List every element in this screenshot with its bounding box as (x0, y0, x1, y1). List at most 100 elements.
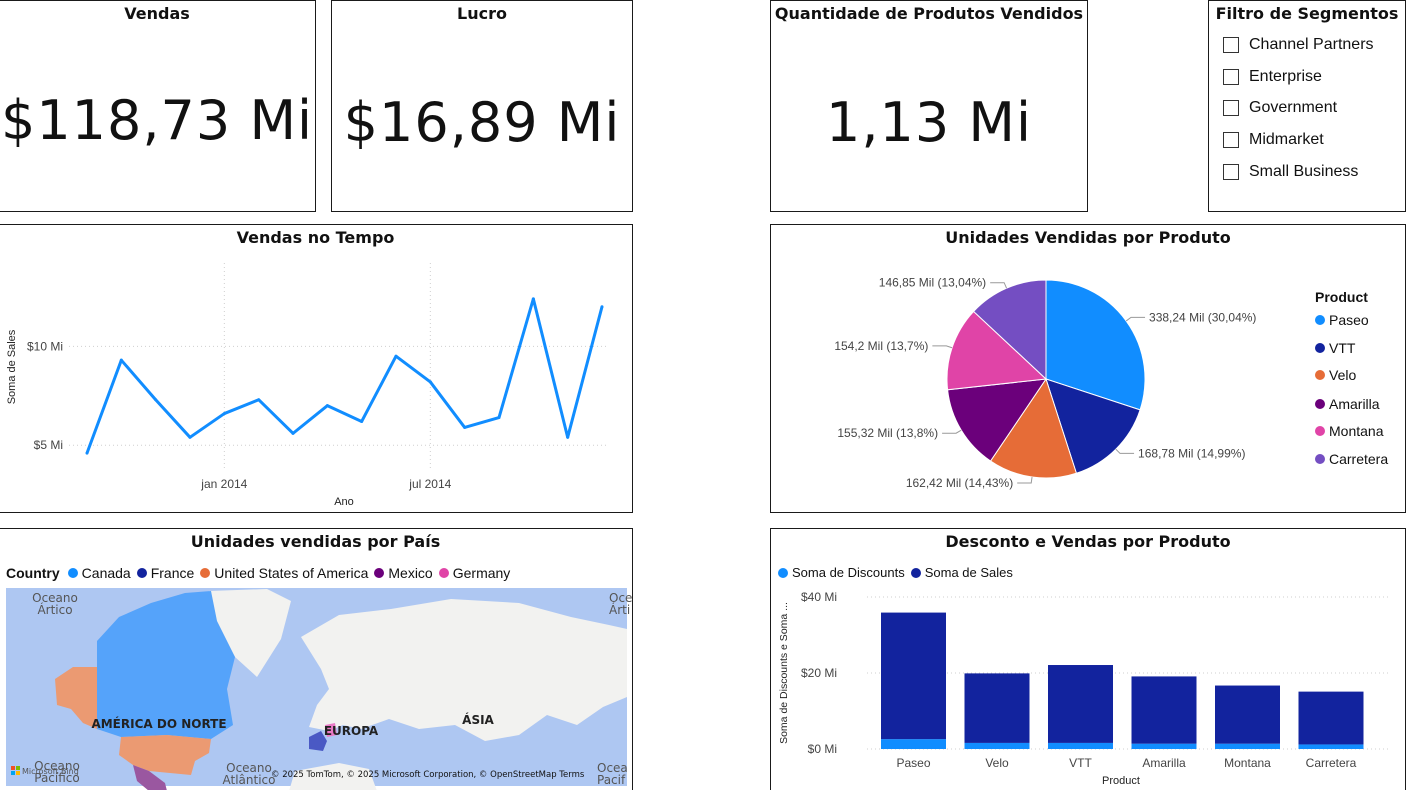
x-axis-label: Ano (334, 496, 354, 508)
asia-label: ÁSIA (462, 712, 494, 727)
bar-discounts (1215, 743, 1280, 749)
pie-data-label: 168,78 Mil (14,99%) (1138, 446, 1245, 460)
pie-legend-item[interactable]: Velo (1315, 367, 1356, 383)
microsoft-bing-logo: Microsoft Bing (11, 766, 79, 776)
x-axis-label: Product (1102, 775, 1140, 787)
bar-chart: $0 Mi $20 Mi $40 Mi Paseo Velo VTT Amarilla Mon… (778, 590, 1391, 787)
segment-option-small-business[interactable]: Small Business (1223, 161, 1358, 183)
checkbox[interactable] (1223, 37, 1239, 53)
checkbox[interactable] (1223, 100, 1239, 116)
x-tick-label: jan 2014 (200, 477, 247, 491)
map-attribution[interactable]: © 2025 TomTom, © 2025 Microsoft Corporat… (271, 770, 585, 780)
segment-filter-slicer: Filtro de Segmentos Channel Partners Ent… (1208, 0, 1406, 212)
data-point (360, 419, 364, 423)
kpi-card-vendas: Vendas $118,73 Mi (0, 0, 316, 212)
y-tick-label: $40 Mi (801, 590, 837, 604)
line-chart: $5 Mi $10 Mi jan 2014 jul 2014 Ano Soma de Sa… (6, 263, 609, 508)
bar-discounts (1131, 743, 1197, 749)
segment-label: Enterprise (1249, 68, 1322, 85)
bar-sales (964, 673, 1030, 743)
pie-legend-item[interactable]: Paseo (1315, 312, 1369, 328)
bar-discounts (1298, 744, 1364, 749)
x-tick-label: VTT (1069, 756, 1092, 770)
legend-label: Paseo (1329, 312, 1369, 328)
kpi-title-lucro: Lucro (457, 4, 507, 23)
kpi-value-lucro: $16,89 Mi (343, 91, 621, 154)
pie-leader-line (990, 282, 1008, 289)
data-point (257, 398, 261, 402)
pie-legend-item[interactable]: VTT (1315, 340, 1355, 356)
data-point (188, 435, 192, 439)
pie-legend-title: Product (1315, 289, 1368, 305)
legend-label: Velo (1329, 367, 1357, 383)
pie-legend-item[interactable]: Amarilla (1315, 396, 1380, 412)
pie-leader-line (1017, 476, 1033, 484)
pie-leader-line (1115, 448, 1135, 454)
data-point (325, 404, 329, 408)
pie-chart-card[interactable]: Unidades Vendidas por Produto 338,24 Mil… (770, 224, 1406, 513)
pie-data-label: 338,24 Mil (30,04%) (1149, 310, 1256, 324)
data-point (497, 416, 501, 420)
map-canvas[interactable]: OceanoÁrtico OceaÁrti AMÉRICA DO NORTE E… (0, 529, 633, 790)
pie-leader-line (1125, 316, 1146, 322)
bar-discounts (1048, 742, 1113, 749)
y-tick-label: $5 Mi (34, 438, 63, 452)
segment-label: Government (1249, 99, 1338, 116)
pie-data-label: 162,42 Mil (14,43%) (906, 476, 1013, 490)
bar-sales (1215, 685, 1280, 744)
data-point (119, 358, 123, 362)
x-tick-label: Carretera (1306, 756, 1357, 770)
y-tick-label: $0 Mi (808, 742, 837, 756)
ocean-pacific-right-label: Ocea Pacif (597, 761, 628, 787)
segment-label: Midmarket (1249, 131, 1324, 148)
data-point (428, 380, 432, 384)
kpi-title-quantidade: Quantidade de Produtos Vendidos (774, 4, 1084, 23)
pie-legend-item[interactable]: Carretera (1315, 451, 1388, 467)
segment-option-government[interactable]: Government (1223, 97, 1337, 119)
y-tick-label: $10 Mi (27, 339, 63, 353)
series-line (85, 297, 604, 454)
pie-leader-line (942, 429, 962, 434)
segment-option-midmarket[interactable]: Midmarket (1223, 129, 1324, 151)
bar-sales (1131, 676, 1197, 744)
checkbox[interactable] (1223, 164, 1239, 180)
checkbox[interactable] (1223, 69, 1239, 85)
x-tick-label: jul 2014 (408, 477, 451, 491)
bar-chart-card[interactable]: Desconto e Vendas por Produto Soma de Di… (770, 528, 1406, 790)
segment-option-channel-partners[interactable]: Channel Partners (1223, 34, 1374, 56)
data-point (566, 435, 570, 439)
segment-label: Channel Partners (1249, 36, 1374, 53)
pie-leader-line (932, 345, 953, 349)
data-point (531, 297, 535, 301)
segment-label: Small Business (1249, 163, 1359, 180)
data-point (600, 305, 604, 309)
pie-legend-item[interactable]: Montana (1315, 423, 1383, 439)
kpi-value-vendas: $118,73 Mi (0, 89, 314, 152)
ocean-atlantic-label: Oceano Atlântico (223, 761, 276, 787)
data-point (463, 425, 467, 429)
legend-label: VTT (1329, 340, 1356, 356)
legend-label: Montana (1329, 423, 1384, 439)
checkbox[interactable] (1223, 132, 1239, 148)
legend-label: Amarilla (1329, 396, 1380, 412)
line-chart-card[interactable]: Vendas no Tempo $5 Mi $10 Mi jan 2014 jul 2… (0, 224, 633, 513)
ocean-arctic-label: Oceano Ártico (32, 591, 78, 617)
pie-data-label: 155,32 Mil (13,8%) (837, 426, 938, 440)
data-point (394, 354, 398, 358)
bar-discounts (881, 739, 946, 749)
bar-sales (881, 612, 946, 740)
kpi-title-vendas: Vendas (124, 4, 190, 23)
x-tick-label: Montana (1224, 756, 1271, 770)
segment-option-enterprise[interactable]: Enterprise (1223, 66, 1322, 88)
europe-label: EUROPA (324, 724, 379, 738)
data-point (85, 451, 89, 455)
data-point (154, 398, 158, 402)
bar-sales (1298, 691, 1364, 745)
microsoft-bing-text: Microsoft Bing (22, 767, 79, 776)
x-tick-label: Paseo (896, 756, 930, 770)
y-axis-label: Soma de Sales (6, 329, 18, 404)
legend-label: Carretera (1329, 451, 1389, 467)
kpi-card-lucro: Lucro $16,89 Mi (331, 0, 633, 212)
map-card[interactable]: Unidades vendidas por País Country Canad… (0, 528, 633, 790)
segment-filter-title: Filtro de Segmentos (1215, 4, 1399, 23)
